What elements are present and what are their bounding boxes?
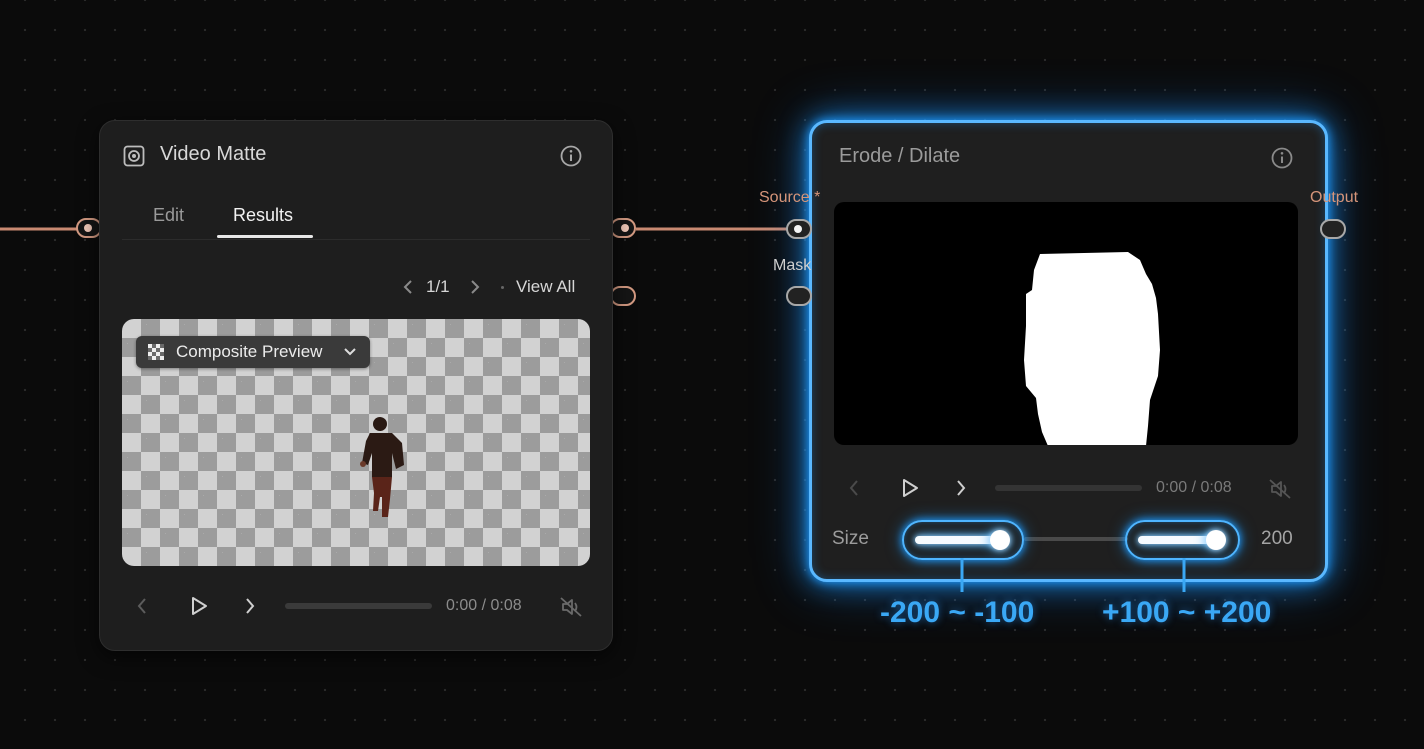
negative-range-annotation: -200 ~ -100 (880, 596, 1035, 629)
annotation-callout-lines (960, 558, 1186, 592)
positive-range-annotation: +100 ~ +200 (1102, 596, 1272, 629)
